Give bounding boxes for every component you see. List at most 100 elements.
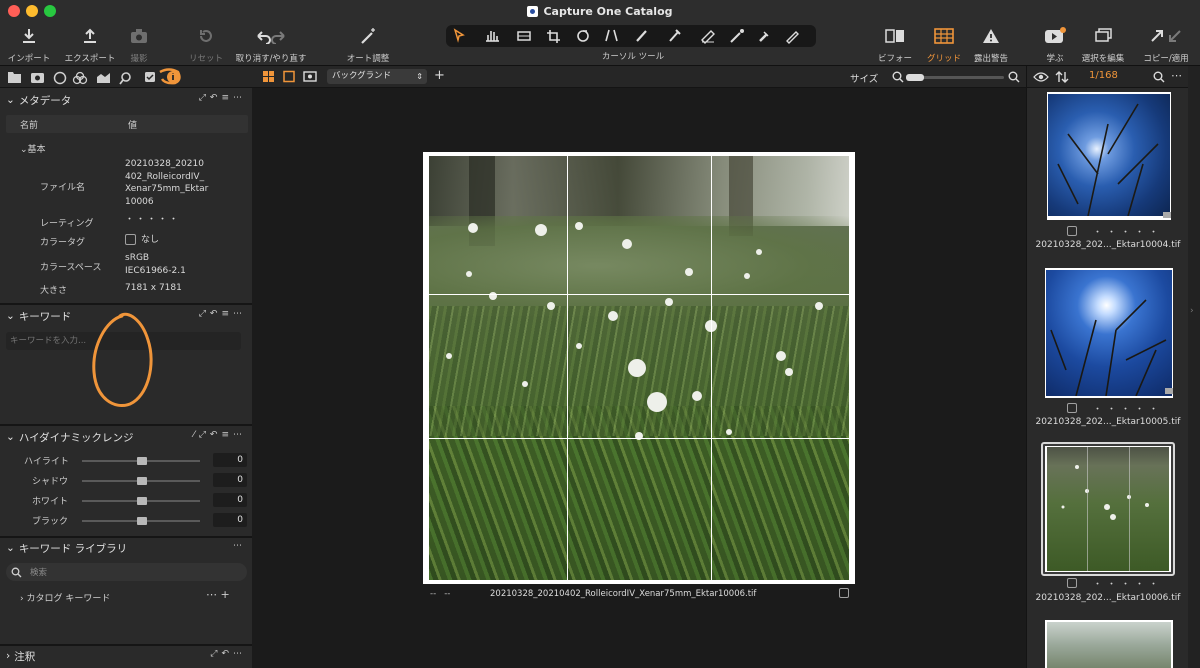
slider-handle[interactable]	[137, 517, 147, 525]
catalog-keywords-item[interactable]: › カタログ キーワード	[20, 591, 110, 604]
black-value[interactable]: 0	[213, 513, 247, 527]
rotate-icon[interactable]	[577, 30, 589, 42]
import-icon	[23, 29, 35, 43]
rating-value[interactable]: ・・・・・	[125, 214, 180, 227]
zoom-slider[interactable]	[906, 74, 1004, 81]
brush-icon[interactable]	[636, 30, 647, 42]
viewer-select-checkbox[interactable]	[839, 588, 849, 598]
lens-tab-icon[interactable]	[53, 71, 67, 85]
highlight-label: ハイライト	[24, 457, 69, 467]
section-tools[interactable]: ⤢↶≡⋯	[199, 93, 246, 103]
thumbnail-rating[interactable]: ・・・・・	[1093, 402, 1163, 415]
close-window-button[interactable]	[8, 5, 20, 17]
grid-line	[429, 438, 849, 439]
zoom-out-icon[interactable]	[892, 71, 904, 83]
eye-icon[interactable]	[1033, 71, 1049, 83]
chevron-down-icon: ⌄	[6, 542, 15, 554]
multi-view-icon[interactable]	[263, 71, 274, 82]
thumbnail-checkbox[interactable]	[1067, 578, 1077, 588]
main-photo[interactable]	[423, 152, 855, 584]
edit-selection-button[interactable]: 選択を編集	[1076, 22, 1130, 66]
reset-button[interactable]: リセット	[184, 22, 228, 66]
eraser-icon[interactable]	[701, 30, 715, 44]
picker-icon[interactable]	[730, 29, 744, 43]
undo-redo-icon	[257, 31, 285, 44]
annotations-section-header[interactable]: › 注釈 ⤢↶⋯	[0, 646, 252, 666]
thumbnail-image	[1047, 622, 1171, 668]
minimize-window-button[interactable]	[26, 5, 38, 17]
more-icon[interactable]: ⋯	[233, 541, 246, 551]
undo-redo-button[interactable]: 取り消す/やり直す	[234, 22, 308, 66]
thumbnail[interactable]	[1041, 266, 1175, 400]
copy-apply-button[interactable]: コピー/適用	[1136, 22, 1196, 66]
details-tab-icon[interactable]	[119, 72, 131, 85]
divider	[0, 424, 252, 426]
add-overlay-icon[interactable]: +	[434, 68, 445, 83]
color-tab-icon[interactable]	[72, 71, 88, 85]
capture-tab-icon[interactable]	[31, 73, 44, 83]
slider-handle[interactable]	[137, 497, 147, 505]
highlight-value[interactable]: 0	[213, 453, 247, 467]
highlight-slider[interactable]	[82, 457, 200, 465]
size-label: サイズ	[850, 74, 879, 85]
magic-wand-icon	[361, 28, 375, 44]
pan-hand-icon[interactable]	[486, 31, 499, 42]
zoom-slider-handle[interactable]	[906, 74, 924, 81]
browser-scrollbar[interactable]: ›	[1188, 66, 1200, 668]
exposure-warning-button[interactable]: 露出警告	[970, 22, 1012, 66]
more-icon[interactable]: ⋯	[1171, 69, 1182, 82]
metadata-section-header[interactable]: ⌄ メタデータ ⤢↶≡⋯	[0, 90, 252, 110]
grid-button[interactable]: グリッド	[924, 22, 964, 66]
auto-adjust-button[interactable]: オート調整	[340, 22, 396, 66]
shadow-value[interactable]: 0	[213, 473, 247, 487]
white-slider[interactable]	[82, 497, 200, 505]
before-button[interactable]: ビフォー	[874, 22, 916, 66]
viewer-rating-placeholder: -- --	[430, 589, 451, 599]
adjustments-tab-icon[interactable]	[145, 72, 155, 82]
export-button[interactable]: エクスポート	[62, 22, 118, 66]
proof-view-icon[interactable]	[303, 71, 317, 82]
catalog-keywords-actions[interactable]: ⋯ +	[206, 588, 230, 601]
thumbnail-checkbox[interactable]	[1067, 226, 1077, 236]
capture-button[interactable]: 撮影	[124, 22, 154, 66]
thumbnail[interactable]	[1041, 90, 1175, 222]
exposure-tab-icon[interactable]	[97, 73, 110, 83]
single-view-icon[interactable]	[283, 70, 295, 83]
gradient-icon[interactable]	[669, 29, 681, 42]
keystone-icon[interactable]	[605, 29, 618, 42]
export-icon	[84, 28, 96, 43]
group-basic-toggle[interactable]: ⌄基本	[20, 142, 46, 155]
straighten-icon[interactable]	[517, 31, 531, 41]
heal-icon[interactable]	[759, 31, 769, 42]
zoom-in-icon[interactable]	[1008, 71, 1020, 83]
thumbnail-checkbox[interactable]	[1067, 403, 1077, 413]
section-tools[interactable]: ⤢↶⋯	[210, 649, 246, 659]
title-bar: Capture One Catalog	[0, 0, 1200, 22]
search-icon[interactable]	[1153, 71, 1165, 83]
thumbnail-rating[interactable]: ・・・・・	[1093, 225, 1163, 238]
crop-icon[interactable]	[547, 30, 560, 43]
slider-handle[interactable]	[137, 477, 147, 485]
thumbnail-rating[interactable]: ・・・・・	[1093, 577, 1163, 590]
slider-handle[interactable]	[137, 457, 147, 465]
section-tools[interactable]: ⤢↶≡⋯	[199, 309, 246, 319]
keyword-library-section-header[interactable]: ⌄ キーワード ライブラリ ⋯	[0, 538, 252, 558]
zoom-window-button[interactable]	[44, 5, 56, 17]
folder-tab-icon[interactable]	[8, 72, 21, 83]
select-cursor-icon[interactable]	[453, 28, 465, 43]
thumbnail-image	[1046, 270, 1172, 397]
learn-button[interactable]: 学ぶ	[1040, 22, 1070, 66]
sort-icon[interactable]	[1055, 71, 1069, 83]
color-tag-checkbox[interactable]	[125, 234, 136, 245]
black-slider[interactable]	[82, 517, 200, 525]
hdr-section-header[interactable]: ⌄ ハイダイナミックレンジ ⁄⤢↶≡⋯	[0, 427, 252, 447]
section-tools[interactable]: ⁄⤢↶≡⋯	[193, 430, 246, 440]
import-button[interactable]: インポート	[6, 22, 52, 66]
shadow-slider[interactable]	[82, 477, 200, 485]
background-select[interactable]: バックグランド ⇕	[327, 69, 427, 84]
white-value[interactable]: 0	[213, 493, 247, 507]
thumbnail-selected[interactable]	[1041, 442, 1175, 576]
keyword-library-search[interactable]: 検索	[6, 563, 247, 581]
annotate-pen-icon[interactable]	[786, 31, 799, 44]
thumbnail[interactable]	[1041, 620, 1175, 668]
